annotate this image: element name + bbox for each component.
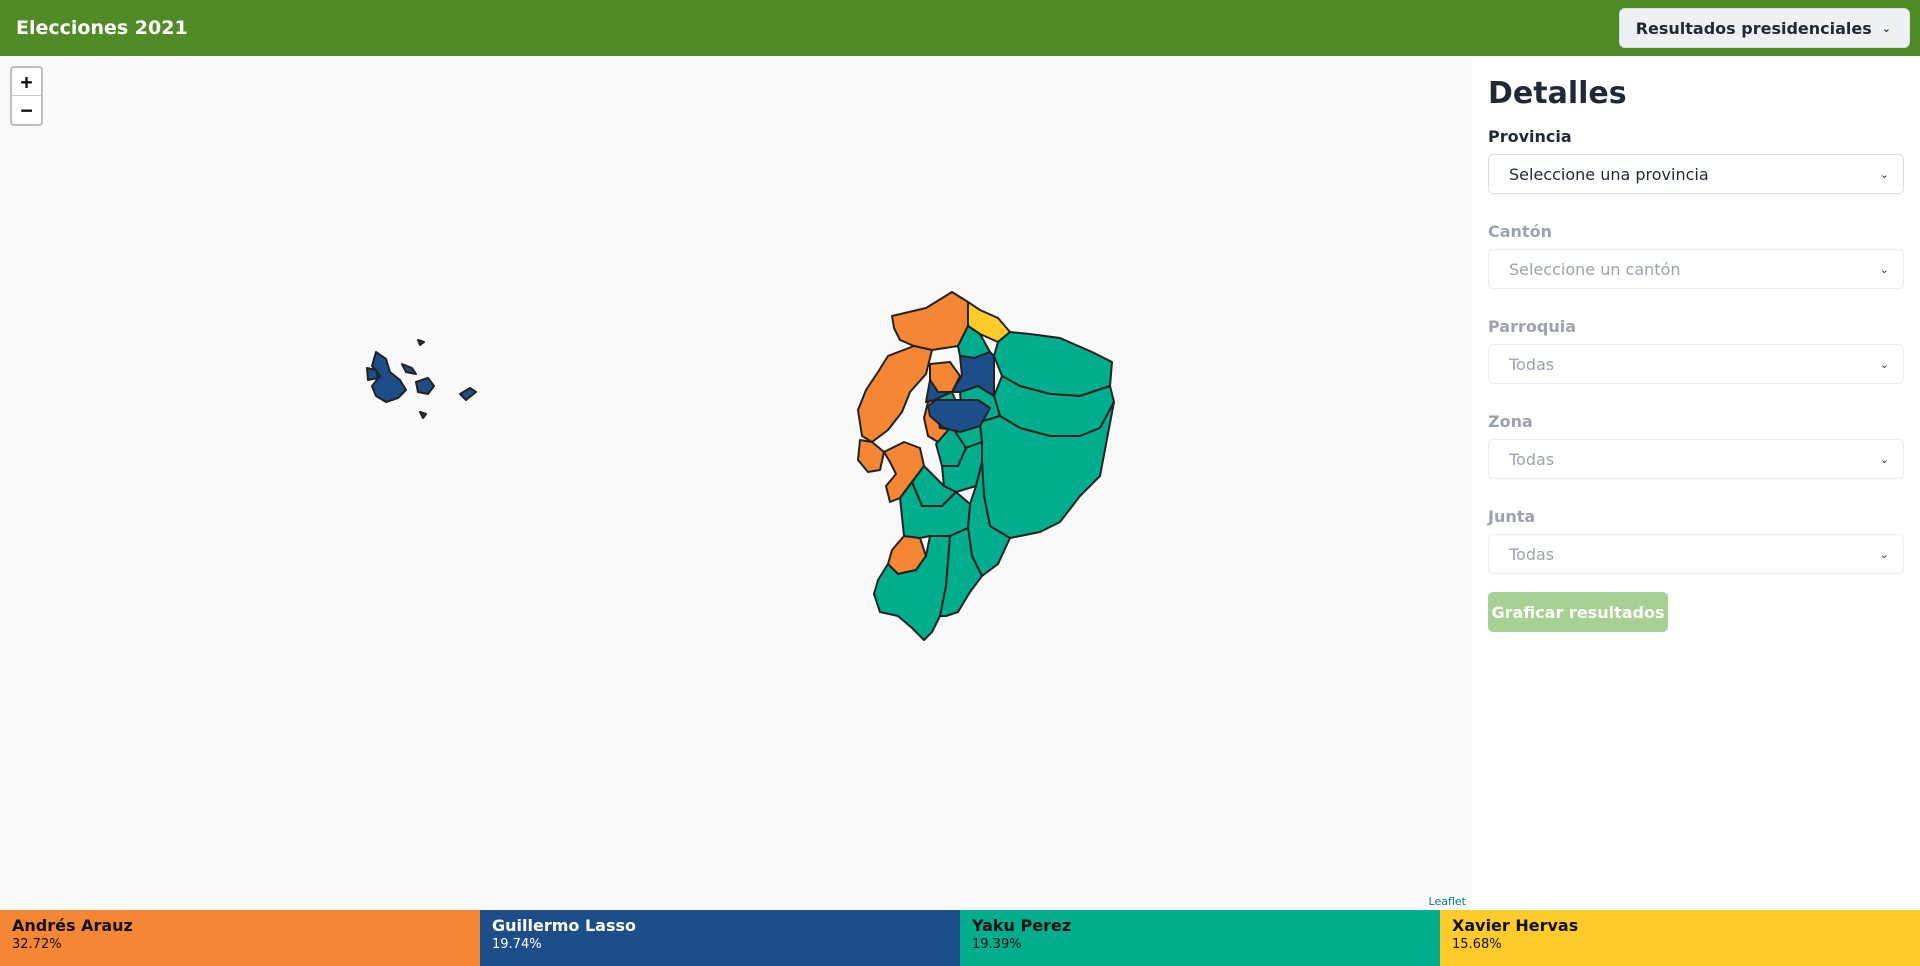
chevron-down-icon: ⌄ [1879, 357, 1889, 371]
parroquia-select[interactable]: Todas ⌄ [1488, 344, 1904, 384]
ecuador-map [366, 291, 1115, 641]
zona-select[interactable]: Todas ⌄ [1488, 439, 1904, 479]
candidate-result: Yaku Perez 19.39% [960, 910, 1440, 966]
galapagos-santiago [401, 363, 417, 375]
provincia-select[interactable]: Seleccione una provincia ⌄ [1488, 154, 1904, 194]
province-santa-elena [857, 439, 885, 473]
province-manabi [857, 345, 933, 443]
junta-select[interactable]: Todas ⌄ [1488, 534, 1904, 574]
candidate-percent: 15.68% [1452, 937, 1502, 952]
galapagos-san-cristobal [459, 387, 477, 401]
provincia-label: Provincia [1488, 127, 1572, 146]
parroquia-label: Parroquia [1488, 317, 1576, 336]
candidate-name: Xavier Hervas [1452, 916, 1579, 935]
results-type-label: Resultados presidenciales [1635, 18, 1872, 38]
province-esmeraldas [891, 291, 969, 351]
chevron-down-icon: ⌄ [1879, 452, 1889, 466]
chevron-down-icon: ⌄ [1879, 262, 1889, 276]
candidate-result: Guillermo Lasso 19.74% [480, 910, 960, 966]
app-title: Elecciones 2021 [16, 17, 188, 39]
results-type-dropdown[interactable]: Resultados presidenciales ⌄ [1618, 8, 1910, 48]
zoom-in-button[interactable]: + [12, 68, 41, 96]
top-bar: Elecciones 2021 Resultados presidenciale… [0, 0, 1920, 56]
zona-value: Todas [1509, 449, 1555, 469]
candidate-result: Andrés Arauz 32.72% [0, 910, 480, 966]
provincia-value: Seleccione una provincia [1509, 164, 1709, 184]
canton-value: Seleccione un cantón [1509, 259, 1681, 279]
candidate-name: Guillermo Lasso [492, 916, 636, 935]
map-attribution-link[interactable]: Leaflet [1426, 895, 1468, 908]
galapagos-santa-cruz [415, 377, 435, 395]
zona-label: Zona [1488, 412, 1533, 431]
plot-results-button[interactable]: Graficar resultados [1488, 592, 1668, 632]
chevron-down-icon: ⌄ [1879, 167, 1889, 181]
panel-title: Detalles [1488, 76, 1627, 111]
junta-label: Junta [1488, 507, 1536, 526]
junta-value: Todas [1509, 544, 1555, 564]
galapagos-genovesa [417, 339, 425, 346]
galapagos-espanola [419, 411, 427, 419]
canton-select[interactable]: Seleccione un cantón ⌄ [1488, 249, 1904, 289]
canton-label: Cantón [1488, 222, 1552, 241]
parroquia-value: Todas [1509, 354, 1555, 374]
zoom-control: + − [10, 66, 43, 126]
chevron-down-icon: ⌄ [1879, 547, 1889, 561]
results-footer: Andrés Arauz 32.72% Guillermo Lasso 19.7… [0, 910, 1920, 966]
details-panel: Detalles Provincia Seleccione una provin… [1472, 56, 1920, 910]
candidate-name: Yaku Perez [972, 916, 1072, 935]
zoom-out-button[interactable]: − [12, 96, 41, 124]
candidate-result: Xavier Hervas 15.68% [1440, 910, 1920, 966]
candidate-name: Andrés Arauz [12, 916, 133, 935]
map-view[interactable]: + − Leaflet [0, 56, 1472, 910]
chevron-down-icon: ⌄ [1881, 21, 1891, 35]
candidate-percent: 19.74% [492, 937, 542, 952]
galapagos-islet-west [366, 367, 379, 381]
candidate-percent: 19.39% [972, 937, 1022, 952]
candidate-percent: 32.72% [12, 937, 62, 952]
